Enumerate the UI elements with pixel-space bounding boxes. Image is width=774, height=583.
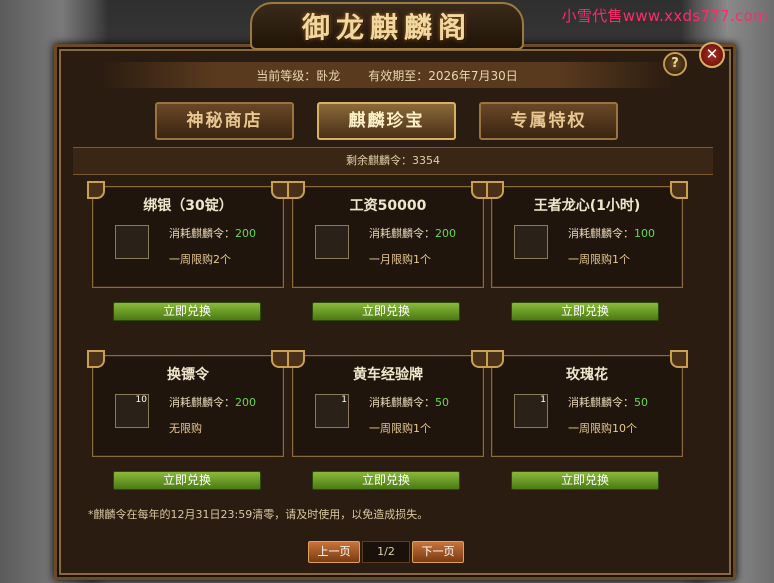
- watermark-text: 小雪代售www.xxds777.com: [561, 7, 768, 25]
- redeem-button[interactable]: 立即兑换: [312, 471, 460, 490]
- cost-value: 200: [235, 396, 256, 409]
- cost-value: 200: [235, 227, 256, 240]
- item-cost: 消耗麒麟令：200: [369, 225, 456, 241]
- item-cost: 消耗麒麟令：50: [369, 394, 449, 410]
- item-limit: 无限购: [169, 422, 202, 435]
- cost-value: 50: [634, 396, 648, 409]
- current-level-text: 当前等级：卧龙: [256, 68, 341, 83]
- page-indicator: 1/2: [362, 541, 410, 563]
- item-name: 玫瑰花: [566, 367, 608, 383]
- dragon-heart-icon[interactable]: [514, 225, 548, 259]
- cost-label: 消耗麒麟令：: [169, 227, 235, 240]
- escort-token-icon[interactable]: 10: [115, 394, 149, 428]
- yellow-cart-icon[interactable]: 1: [315, 394, 349, 428]
- reset-notice: *麒麟令在每年的12月31日23:59清零，请及时使用，以免造成损失。: [88, 508, 429, 521]
- expiry-date-text: 有效期至：2026年7月30日: [368, 68, 518, 83]
- item-name: 工资50000: [349, 198, 427, 214]
- item-cost: 消耗麒麟令：50: [568, 394, 648, 410]
- redeem-button[interactable]: 立即兑换: [113, 471, 261, 490]
- item-cost: 消耗麒麟令：200: [169, 225, 256, 241]
- item-qty: 1: [341, 395, 347, 405]
- cost-label: 消耗麒麟令：: [568, 227, 634, 240]
- item-cost: 消耗麒麟令：100: [568, 225, 655, 241]
- redeem-button[interactable]: 立即兑换: [113, 302, 261, 321]
- item-name: 绑银（30锭）: [143, 198, 233, 214]
- item-limit: 一周限购1个: [369, 422, 431, 435]
- item-card: 王者龙心(1小时) 消耗麒麟令：100 一周限购1个: [486, 181, 688, 288]
- next-page-button[interactable]: 下一页: [412, 541, 464, 563]
- cost-value: 50: [435, 396, 449, 409]
- item-cost: 消耗麒麟令：200: [169, 394, 256, 410]
- cost-value: 100: [634, 227, 655, 240]
- prev-page-button[interactable]: 上一页: [308, 541, 360, 563]
- item-card: 玫瑰花 1 消耗麒麟令：50 一周限购10个: [486, 350, 688, 457]
- close-button[interactable]: ✕: [699, 42, 725, 68]
- item-qty: 10: [135, 395, 147, 405]
- item-name: 换镖令: [167, 367, 209, 383]
- item-card: 工资50000 消耗麒麟令：200 一月限购1个: [287, 181, 489, 288]
- item-name: 王者龙心(1小时): [533, 198, 641, 214]
- item-card: 黄车经验牌 1 消耗麒麟令：50 一周限购1个: [287, 350, 489, 457]
- tab-exclusive-privilege[interactable]: 专属特权: [479, 102, 618, 140]
- item-qty: 1: [540, 395, 546, 405]
- tab-mystery-shop[interactable]: 神秘商店: [155, 102, 294, 140]
- cost-label: 消耗麒麟令：: [369, 227, 435, 240]
- info-bar: 当前等级：卧龙 有效期至：2026年7月30日: [100, 62, 674, 88]
- item-limit: 一周限购2个: [169, 253, 231, 266]
- cost-label: 消耗麒麟令：: [568, 396, 634, 409]
- silver-ingot-icon[interactable]: [115, 225, 149, 259]
- redeem-button[interactable]: 立即兑换: [511, 471, 659, 490]
- rose-icon[interactable]: 1: [514, 394, 548, 428]
- item-card: 绑银（30锭） 消耗麒麟令：200 一周限购2个: [87, 181, 289, 288]
- cost-label: 消耗麒麟令：: [369, 396, 435, 409]
- item-limit: 一周限购10个: [568, 422, 637, 435]
- tab-bar: 神秘商店 麒麟珍宝 专属特权: [155, 102, 618, 140]
- redeem-button[interactable]: 立即兑换: [312, 302, 460, 321]
- item-card: 换镖令 10 消耗麒麟令：200 无限购: [87, 350, 289, 457]
- gold-salary-icon[interactable]: [315, 225, 349, 259]
- redeem-button[interactable]: 立即兑换: [511, 302, 659, 321]
- cost-label: 消耗麒麟令：: [169, 396, 235, 409]
- window-title: 御龙麒麟阁: [250, 2, 524, 50]
- remaining-tokens-bar: 剩余麒麟令：3354: [73, 147, 713, 175]
- item-limit: 一周限购1个: [568, 253, 630, 266]
- item-name: 黄车经验牌: [353, 367, 423, 383]
- tab-qilin-treasure[interactable]: 麒麟珍宝: [317, 102, 456, 140]
- item-limit: 一月限购1个: [369, 253, 431, 266]
- cost-value: 200: [435, 227, 456, 240]
